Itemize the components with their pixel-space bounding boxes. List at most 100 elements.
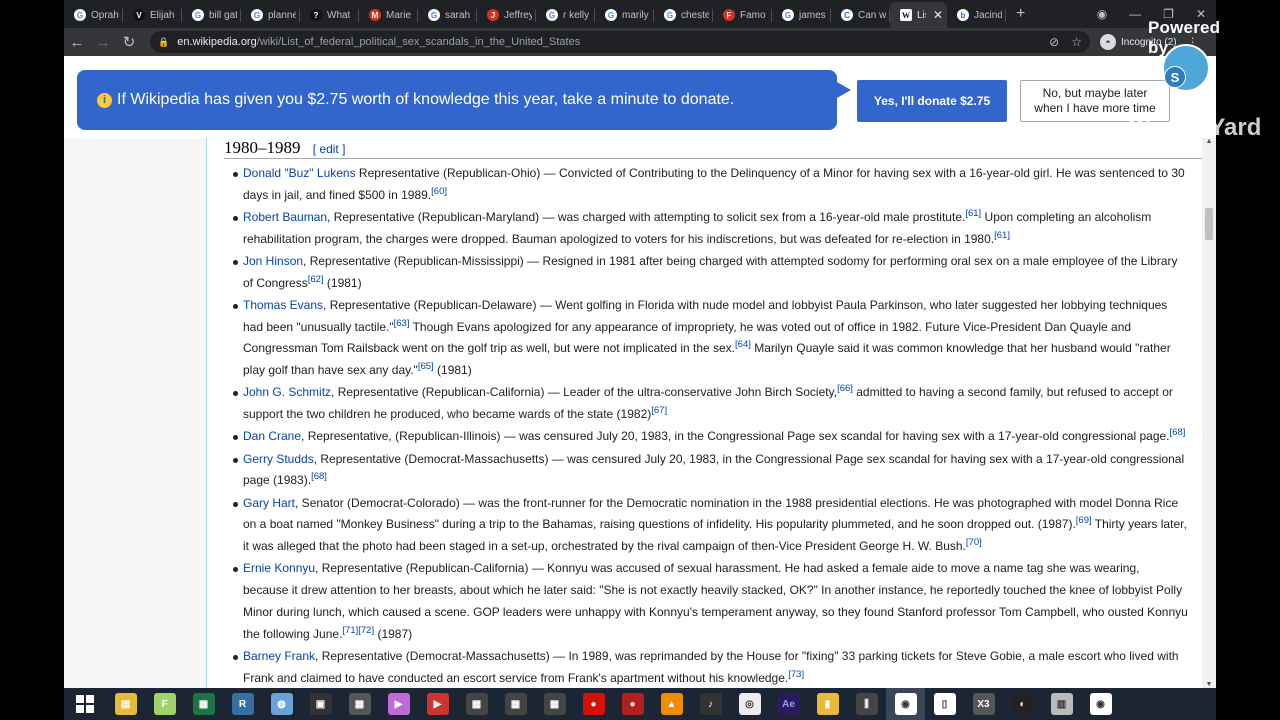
code-taskbar-icon[interactable]: ▶ [418,688,457,720]
browser-tab[interactable]: V Elijah [123,2,182,28]
citation-link[interactable]: [61] [994,230,1010,241]
citation-link[interactable]: [62] [308,274,324,285]
eye-slash-icon[interactable]: ⊘ [1049,35,1059,49]
entry-text: , Representative (Republican-Maryland) —… [327,210,966,224]
tab-favicon-icon: J [487,9,499,21]
section-edit-link[interactable]: [ edit ] [313,142,346,156]
notepad-plus-taskbar-icon[interactable]: F [145,688,184,720]
citation-link[interactable]: [66] [837,383,853,394]
person-link[interactable]: Thomas Evans [243,298,323,312]
restore-button[interactable]: ❐ [1163,7,1174,21]
browser-tab[interactable]: C Can w [831,2,890,28]
excel-taskbar-icon[interactable]: ▦ [184,688,223,720]
grid-app-2-taskbar-icon[interactable]: ▦ [496,688,535,720]
citation-link[interactable]: [64] [735,339,751,350]
browser-tab[interactable]: b Jacind [947,2,1006,28]
scroll-up-arrow-icon[interactable]: ▲ [1202,138,1216,145]
files-taskbar-icon[interactable]: ▥ [1042,688,1081,720]
donation-message: If Wikipedia has given you $2.75 worth o… [117,91,735,108]
person-link[interactable]: Ernie Konnyu [243,561,315,575]
windows-start-button[interactable] [64,695,106,713]
chrome-active-taskbar-icon[interactable]: ◉ [886,688,925,720]
reload-button[interactable]: ↻ [116,33,142,51]
tab-search-icon[interactable]: ◉ [1097,7,1107,21]
music-icon: ● [621,693,644,715]
donate-later-button[interactable]: No, but maybe later when I have more tim… [1020,80,1170,122]
citation-link[interactable]: [65] [418,361,434,372]
close-window-button[interactable]: ✕ [1196,7,1206,21]
article-content: 1980–1989 [ edit ] Donald "Buz" Lukens R… [206,138,1215,688]
vlc-taskbar-icon[interactable]: ▲ [652,688,691,720]
after-effects-taskbar-icon[interactable]: Ae [769,688,808,720]
close-tab-icon[interactable]: ✕ [933,8,943,22]
browser-tab[interactable]: ? What [300,2,359,28]
citation-link[interactable]: [70] [966,537,982,548]
file-explorer-icon: ▤ [114,693,137,715]
citation-link[interactable]: [61] [965,208,981,219]
browser-tab[interactable]: Gsarah [418,2,477,28]
network-taskbar-icon[interactable]: ◍ [262,688,301,720]
audio-mixer-taskbar-icon[interactable]: ⫼ [847,688,886,720]
person-link[interactable]: John G. Schmitz [243,385,331,399]
kebab-menu-icon[interactable]: ⋮ [1187,35,1199,49]
person-link[interactable]: Dan Crane [243,429,301,443]
incognito-indicator[interactable]: ◓ Incognito (2) [1100,34,1177,50]
person-link[interactable]: Robert Bauman [243,210,327,224]
browser-tab[interactable]: W Lis ✕ [890,2,947,28]
media-taskbar-icon[interactable]: ▶ [379,688,418,720]
browser-tab[interactable]: Gmarily [595,2,654,28]
star-icon[interactable]: ☆ [1071,35,1082,49]
chrome-taskbar-icon[interactable]: ◉ [1081,688,1120,720]
after-effects-icon: Ae [777,693,800,715]
page-scrollbar[interactable]: ▲ ▼ [1202,138,1216,688]
person-link[interactable]: Gary Hart [243,496,295,510]
browser-tab[interactable]: G Oprah [64,2,123,28]
browser-tab[interactable]: M Marie [359,2,418,28]
scroll-down-arrow-icon[interactable]: ▼ [1202,681,1216,688]
x3-taskbar-icon[interactable]: X3 [964,688,1003,720]
lastfm-taskbar-icon[interactable]: ● [574,688,613,720]
grid-app-1-taskbar-icon[interactable]: ▦ [457,688,496,720]
python-taskbar-icon[interactable]: R [223,688,262,720]
browser-tab[interactable]: J Jeffrey [477,2,536,28]
music-taskbar-icon[interactable]: ● [613,688,652,720]
video-taskbar-icon[interactable]: ▣ [301,688,340,720]
list-item: Barney Frank, Representative (Democrat-M… [233,646,1188,688]
person-link[interactable]: Donald "Buz" Lukens [243,166,356,180]
minimize-button[interactable]: — [1129,7,1141,21]
document-icon: ▯ [933,693,956,715]
browser-tab[interactable]: Gplanne [241,2,300,28]
citation-link[interactable]: [68] [1170,427,1186,438]
browser-tab[interactable]: Gjames [772,2,831,28]
citation-link[interactable]: [60] [431,186,447,197]
browser-tab[interactable]: F Famo [713,2,772,28]
address-bar[interactable]: 🔒 en.wikipedia.org/wiki/List_of_federal_… [150,31,1090,53]
citation-link[interactable]: [68] [311,471,327,482]
document-taskbar-icon[interactable]: ▯ [925,688,964,720]
file-explorer-taskbar-icon[interactable]: ▤ [106,688,145,720]
citation-link[interactable]: [63] [394,318,410,329]
list-item: Gerry Studds, Representative (Democrat-M… [233,449,1188,492]
donate-yes-button[interactable]: Yes, I'll donate $2.75 [857,80,1007,122]
calculator-taskbar-icon[interactable]: ▦ [340,688,379,720]
citation-link[interactable]: [71][72] [342,625,374,636]
browser-tab[interactable]: Gbill gat [182,2,241,28]
citation-link[interactable]: [67] [651,405,667,416]
browser-tab[interactable]: Gcheste [654,2,713,28]
guitar-taskbar-icon[interactable]: ♪ [691,688,730,720]
person-link[interactable]: Gerry Studds [243,452,314,466]
back-button[interactable]: ← [64,34,90,51]
grid-app-3-taskbar-icon[interactable]: ▦ [535,688,574,720]
forward-button[interactable]: → [90,34,116,51]
person-link[interactable]: Barney Frank [243,649,315,663]
obs-taskbar-icon[interactable]: ◐ [1003,688,1042,720]
new-tab-button[interactable]: + [1016,5,1025,28]
citation-link[interactable]: [73] [788,669,804,680]
scroll-thumb[interactable] [1205,208,1213,240]
folder-yellow-taskbar-icon[interactable]: ▮ [808,688,847,720]
browser-tab[interactable]: Gr kelly [536,2,595,28]
donate-later-line1: No, but maybe later [1042,86,1148,100]
citation-link[interactable]: [69] [1076,515,1092,526]
ccleaner-taskbar-icon[interactable]: ◎ [730,688,769,720]
person-link[interactable]: Jon Hinson [243,254,303,268]
